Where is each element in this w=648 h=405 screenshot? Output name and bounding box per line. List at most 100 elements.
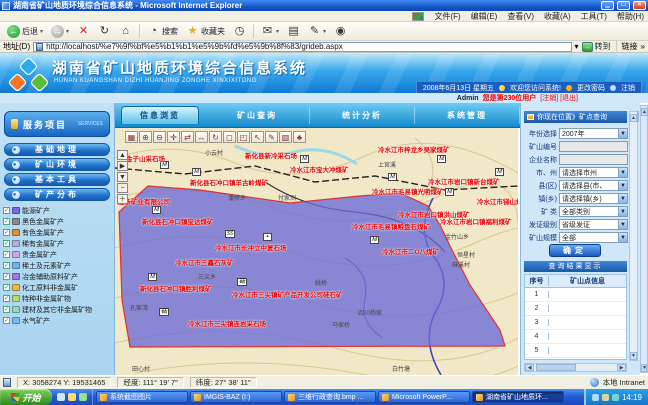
field-control[interactable]: ▼ bbox=[559, 154, 628, 165]
mine-label[interactable]: 冷水江市宝大冲煤矿 bbox=[290, 164, 349, 174]
layer-checkbox[interactable]: ✓ bbox=[3, 251, 10, 258]
maximize-button[interactable]: ☐ bbox=[617, 1, 630, 10]
mine-label[interactable]: 冷水江市岩口镇新台煤矿 bbox=[428, 176, 500, 186]
map-tool-button[interactable]: ↖ bbox=[251, 131, 264, 143]
mine-marker[interactable]: M bbox=[148, 273, 157, 281]
map-tool-button[interactable]: ✛ bbox=[167, 131, 180, 143]
mine-label[interactable]: 冷水江市毛易镇粮盘石煤矿 bbox=[352, 221, 430, 231]
scroll-thumb[interactable] bbox=[536, 364, 576, 371]
map-tool-button[interactable]: ⊖ bbox=[153, 131, 166, 143]
map-tool-button[interactable]: ⊕ bbox=[139, 131, 152, 143]
tray-icon[interactable] bbox=[612, 394, 619, 401]
mine-marker[interactable]: SS bbox=[225, 230, 235, 238]
menu-item[interactable]: 帮助(H) bbox=[617, 11, 644, 22]
content-tab[interactable]: 系统管理 bbox=[415, 107, 520, 124]
messenger-button[interactable] bbox=[331, 24, 350, 39]
pan-button[interactable]: ▼ bbox=[117, 172, 128, 182]
mineral-layer-item[interactable]: ✓ 有色金属矿产 bbox=[3, 227, 113, 238]
mine-label[interactable]: 冷水江市岩口镇福利煤矿 bbox=[440, 216, 512, 226]
menu-item[interactable]: 文件(F) bbox=[434, 11, 460, 22]
pan-button[interactable]: ▶ bbox=[117, 161, 128, 171]
home-button[interactable] bbox=[116, 24, 135, 39]
field-control[interactable]: 省级发证 ▼ bbox=[559, 219, 628, 230]
back-button[interactable]: 后退▾ bbox=[4, 24, 46, 39]
mine-marker[interactable]: M bbox=[495, 168, 504, 176]
layer-checkbox[interactable]: ✓ bbox=[3, 240, 10, 247]
address-dropdown[interactable]: ▾ bbox=[575, 42, 579, 51]
map-tool-button[interactable]: ◰ bbox=[237, 131, 250, 143]
layer-checkbox[interactable]: ✓ bbox=[3, 273, 10, 280]
forward-button[interactable]: ▾ bbox=[48, 24, 72, 39]
mine-label[interactable]: 新化县石冲口镇羊古岭煤矿 bbox=[190, 177, 268, 187]
minimize-button[interactable]: ▁ bbox=[601, 1, 614, 10]
task-button[interactable]: 系统截图图片 bbox=[96, 391, 188, 403]
field-control[interactable]: 请选择镇(乡) ▼ bbox=[559, 193, 628, 204]
logout-link[interactable]: 注销 bbox=[621, 83, 635, 93]
mineral-layer-item[interactable]: ✓ 能源矿产 bbox=[3, 205, 113, 216]
mine-marker[interactable]: M bbox=[388, 173, 397, 181]
change-password-link[interactable]: 更改密码 bbox=[577, 83, 605, 93]
pan-button[interactable]: − bbox=[117, 183, 128, 193]
task-button[interactable]: 湖南省矿山地质环... bbox=[472, 391, 564, 403]
go-button[interactable]: →转到 bbox=[582, 41, 611, 52]
map-tool-button[interactable]: ✎ bbox=[265, 131, 278, 143]
tray-icon[interactable] bbox=[602, 394, 609, 401]
dropdown-arrow-icon[interactable]: ▼ bbox=[618, 194, 627, 203]
layer-checkbox[interactable]: ✓ bbox=[3, 306, 10, 313]
favorites-button[interactable]: 收藏夹 bbox=[183, 24, 228, 39]
layer-checkbox[interactable]: ✓ bbox=[3, 317, 10, 324]
start-button[interactable]: 开始 bbox=[0, 389, 52, 405]
refresh-button[interactable] bbox=[95, 24, 114, 39]
scroll-left-icon[interactable]: ◀ bbox=[525, 364, 534, 371]
map-tool-button[interactable]: ▦ bbox=[125, 131, 138, 143]
mine-label[interactable]: 冷水江市三尖镇连岩采石场 bbox=[188, 318, 266, 328]
ie-quicklaunch-icon[interactable] bbox=[57, 393, 65, 401]
links-more[interactable]: » bbox=[641, 42, 645, 51]
table-row[interactable]: 1 bbox=[525, 288, 626, 302]
dropdown-arrow-icon[interactable]: ▼ bbox=[618, 207, 627, 216]
map-tool-button[interactable]: ♣ bbox=[293, 131, 306, 143]
mineral-layer-item[interactable]: ✓ 建材及其它非金属矿物 bbox=[3, 304, 113, 315]
player-quicklaunch-icon[interactable] bbox=[79, 393, 87, 401]
mine-label[interactable]: 新化县新冷采石场 bbox=[245, 150, 297, 160]
accordion-section[interactable]: ● 基础地理 bbox=[4, 143, 110, 156]
accordion-section[interactable]: ● 基本工具 bbox=[4, 173, 110, 186]
layer-checkbox[interactable]: ✓ bbox=[3, 229, 10, 236]
history-button[interactable] bbox=[230, 24, 249, 39]
mine-label[interactable]: 冷水江市长冲立中复石场 bbox=[215, 242, 287, 252]
menu-item[interactable]: 收藏(A) bbox=[544, 11, 571, 22]
mine-marker[interactable]: M bbox=[192, 168, 201, 176]
close-button[interactable]: ✕ bbox=[633, 1, 646, 10]
session-links[interactable]: [注销] [退出] bbox=[540, 93, 578, 103]
map-viewport[interactable]: ▦⊕⊖✛⇄↔↻◻◰↖✎▨♣ ▲▶▼−＋ MMMMMMMMMMSS▪砳砳 金子山采… bbox=[115, 128, 518, 375]
dropdown-arrow-icon[interactable]: ▼ bbox=[618, 220, 627, 229]
mine-label[interactable]: 冷水江市锑山煤矿 bbox=[477, 196, 518, 206]
mine-label[interactable]: 冷水江市三尖镇矿产品开发公司硅石矿 bbox=[232, 289, 343, 299]
task-button[interactable]: 三维行政查询.bmp ... bbox=[284, 391, 376, 403]
mineral-layer-item[interactable]: ✓ 冶金辅助原料矿产 bbox=[3, 271, 113, 282]
layer-checkbox[interactable]: ✓ bbox=[3, 218, 10, 225]
tray-icon[interactable] bbox=[592, 394, 599, 401]
dropdown-arrow-icon[interactable]: ▼ bbox=[618, 181, 627, 190]
mineral-layer-item[interactable]: ✓ 稀土及元素矿产 bbox=[3, 260, 113, 271]
page-vscrollbar[interactable]: ▲ ▼ bbox=[640, 105, 648, 373]
scroll-right-icon[interactable]: ▶ bbox=[617, 364, 626, 371]
scroll-up-icon[interactable]: ▲ bbox=[630, 114, 637, 122]
table-row[interactable]: 2 bbox=[525, 302, 626, 316]
menu-item[interactable]: 工具(T) bbox=[581, 11, 607, 22]
dropdown-arrow-icon[interactable]: ▼ bbox=[618, 129, 627, 138]
pan-button[interactable]: ▲ bbox=[117, 150, 128, 160]
table-row[interactable]: 4 bbox=[525, 330, 626, 344]
confirm-button[interactable]: 确定 bbox=[549, 244, 601, 257]
content-tab[interactable]: 矿山查询 bbox=[205, 107, 310, 124]
mine-marker[interactable]: ▪ bbox=[263, 233, 272, 241]
links-label[interactable]: 链接 bbox=[622, 41, 638, 52]
dropdown-arrow-icon[interactable]: ▼ bbox=[618, 233, 627, 242]
scroll-up-icon[interactable]: ▲ bbox=[641, 108, 648, 116]
accordion-section[interactable]: ● 矿山环境 bbox=[4, 158, 110, 171]
mine-label[interactable]: 新化县石冲口镇胜利煤矿 bbox=[140, 283, 212, 293]
mine-label[interactable]: 冷水江市毛易镇光明煤矿 bbox=[372, 186, 444, 196]
mineral-layer-item[interactable]: ✓ 稀有金属矿产 bbox=[3, 238, 113, 249]
print-button[interactable] bbox=[284, 24, 303, 39]
mine-marker[interactable]: 砳 bbox=[237, 278, 247, 286]
